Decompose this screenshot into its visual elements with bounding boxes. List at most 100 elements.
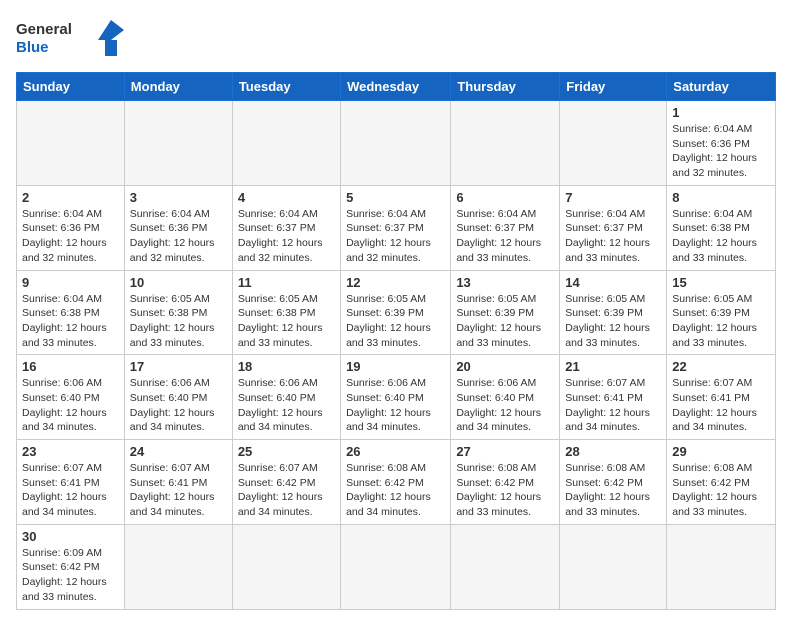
calendar-day-27: 27 Sunrise: 6:08 AMSunset: 6:42 PMDayligh… [451, 440, 560, 525]
calendar-day-28: 28 Sunrise: 6:08 AMSunset: 6:42 PMDayligh… [560, 440, 667, 525]
calendar-day-17: 17 Sunrise: 6:06 AMSunset: 6:40 PMDayligh… [124, 355, 232, 440]
day-number: 17 [130, 359, 227, 374]
weekday-friday: Friday [560, 73, 667, 101]
calendar-day-4: 4Sunrise: 6:04 AMSunset: 6:37 PMDaylight… [232, 185, 340, 270]
day-number: 21 [565, 359, 661, 374]
page-header: General Blue [16, 16, 776, 60]
weekday-saturday: Saturday [667, 73, 776, 101]
calendar-day-6: 6 Sunrise: 6:04 AMSunset: 6:37 PMDaylight… [451, 185, 560, 270]
calendar-day-7: 7Sunrise: 6:04 AMSunset: 6:37 PMDaylight… [560, 185, 667, 270]
calendar-day-5: 5Sunrise: 6:04 AMSunset: 6:37 PMDaylight… [341, 185, 451, 270]
day-info: Sunrise: 6:08 AMSunset: 6:42 PMDaylight:… [456, 461, 554, 520]
day-info: Sunrise: 6:07 AMSunset: 6:41 PMDaylight:… [22, 461, 119, 520]
day-info: Sunrise: 6:07 AMSunset: 6:41 PMDaylight:… [672, 376, 770, 435]
calendar-table: SundayMondayTuesdayWednesdayThursdayFrid… [16, 72, 776, 610]
day-number: 3 [130, 190, 227, 205]
weekday-monday: Monday [124, 73, 232, 101]
weekday-wednesday: Wednesday [341, 73, 451, 101]
svg-text:General: General [16, 21, 72, 38]
day-number: 28 [565, 444, 661, 459]
day-info: Sunrise: 6:04 AMSunset: 6:36 PMDaylight:… [22, 207, 119, 266]
day-number: 20 [456, 359, 554, 374]
calendar-empty [17, 101, 125, 186]
weekday-header-row: SundayMondayTuesdayWednesdayThursdayFrid… [17, 73, 776, 101]
day-number: 15 [672, 275, 770, 290]
day-info: Sunrise: 6:08 AMSunset: 6:42 PMDaylight:… [346, 461, 445, 520]
day-info: Sunrise: 6:04 AMSunset: 6:37 PMDaylight:… [346, 207, 445, 266]
day-number: 2 [22, 190, 119, 205]
day-number: 27 [456, 444, 554, 459]
weekday-sunday: Sunday [17, 73, 125, 101]
day-info: Sunrise: 6:09 AMSunset: 6:42 PMDaylight:… [22, 546, 119, 605]
calendar-day-11: 11 Sunrise: 6:05 AMSunset: 6:38 PMDayligh… [232, 270, 340, 355]
day-number: 8 [672, 190, 770, 205]
day-info: Sunrise: 6:06 AMSunset: 6:40 PMDaylight:… [22, 376, 119, 435]
calendar-day-15: 15 Sunrise: 6:05 AMSunset: 6:39 PMDayligh… [667, 270, 776, 355]
day-number: 24 [130, 444, 227, 459]
day-number: 19 [346, 359, 445, 374]
calendar-week-2: 9Sunrise: 6:04 AMSunset: 6:38 PMDaylight… [17, 270, 776, 355]
day-number: 1 [672, 105, 770, 120]
day-number: 11 [238, 275, 335, 290]
day-info: Sunrise: 6:04 AMSunset: 6:38 PMDaylight:… [22, 292, 119, 351]
day-info: Sunrise: 6:06 AMSunset: 6:40 PMDaylight:… [238, 376, 335, 435]
day-info: Sunrise: 6:04 AMSunset: 6:37 PMDaylight:… [456, 207, 554, 266]
calendar-empty [560, 101, 667, 186]
calendar-day-30: 30 Sunrise: 6:09 AMSunset: 6:42 PMDayligh… [17, 524, 125, 609]
day-info: Sunrise: 6:05 AMSunset: 6:39 PMDaylight:… [456, 292, 554, 351]
day-number: 30 [22, 529, 119, 544]
day-number: 14 [565, 275, 661, 290]
calendar-day-12: 12Sunrise: 6:05 AMSunset: 6:39 PMDayligh… [341, 270, 451, 355]
calendar-day-24: 24Sunrise: 6:07 AMSunset: 6:41 PMDayligh… [124, 440, 232, 525]
day-number: 7 [565, 190, 661, 205]
day-info: Sunrise: 6:04 AMSunset: 6:36 PMDaylight:… [672, 122, 770, 181]
day-info: Sunrise: 6:05 AMSunset: 6:39 PMDaylight:… [565, 292, 661, 351]
calendar-day-13: 13 Sunrise: 6:05 AMSunset: 6:39 PMDayligh… [451, 270, 560, 355]
calendar-empty [667, 524, 776, 609]
generalblue-logo: General Blue [16, 16, 126, 60]
day-number: 25 [238, 444, 335, 459]
calendar-day-21: 21 Sunrise: 6:07 AMSunset: 6:41 PMDayligh… [560, 355, 667, 440]
day-number: 4 [238, 190, 335, 205]
calendar-empty [560, 524, 667, 609]
calendar-day-19: 19 Sunrise: 6:06 AMSunset: 6:40 PMDayligh… [341, 355, 451, 440]
day-number: 13 [456, 275, 554, 290]
calendar-week-5: 30 Sunrise: 6:09 AMSunset: 6:42 PMDayligh… [17, 524, 776, 609]
calendar-empty [451, 524, 560, 609]
calendar-empty [341, 101, 451, 186]
day-info: Sunrise: 6:05 AMSunset: 6:38 PMDaylight:… [130, 292, 227, 351]
calendar-day-1: 1 Sunrise: 6:04 AMSunset: 6:36 PMDaylight… [667, 101, 776, 186]
day-number: 23 [22, 444, 119, 459]
day-info: Sunrise: 6:06 AMSunset: 6:40 PMDaylight:… [130, 376, 227, 435]
calendar-empty [124, 101, 232, 186]
day-info: Sunrise: 6:06 AMSunset: 6:40 PMDaylight:… [346, 376, 445, 435]
calendar-day-2: 2 Sunrise: 6:04 AMSunset: 6:36 PMDaylight… [17, 185, 125, 270]
logo: General Blue [16, 16, 126, 60]
svg-text:Blue: Blue [16, 39, 49, 56]
calendar-week-3: 16Sunrise: 6:06 AMSunset: 6:40 PMDayligh… [17, 355, 776, 440]
weekday-thursday: Thursday [451, 73, 560, 101]
day-info: Sunrise: 6:08 AMSunset: 6:42 PMDaylight:… [565, 461, 661, 520]
day-info: Sunrise: 6:05 AMSunset: 6:38 PMDaylight:… [238, 292, 335, 351]
day-info: Sunrise: 6:07 AMSunset: 6:42 PMDaylight:… [238, 461, 335, 520]
calendar-day-20: 20 Sunrise: 6:06 AMSunset: 6:40 PMDayligh… [451, 355, 560, 440]
day-number: 10 [130, 275, 227, 290]
day-number: 26 [346, 444, 445, 459]
calendar-empty [232, 101, 340, 186]
calendar-day-25: 25 Sunrise: 6:07 AMSunset: 6:42 PMDayligh… [232, 440, 340, 525]
day-info: Sunrise: 6:07 AMSunset: 6:41 PMDaylight:… [565, 376, 661, 435]
day-info: Sunrise: 6:04 AMSunset: 6:36 PMDaylight:… [130, 207, 227, 266]
calendar-empty [232, 524, 340, 609]
calendar-day-9: 9Sunrise: 6:04 AMSunset: 6:38 PMDaylight… [17, 270, 125, 355]
calendar-week-1: 2 Sunrise: 6:04 AMSunset: 6:36 PMDaylight… [17, 185, 776, 270]
calendar-day-3: 3 Sunrise: 6:04 AMSunset: 6:36 PMDaylight… [124, 185, 232, 270]
calendar-week-4: 23 Sunrise: 6:07 AMSunset: 6:41 PMDayligh… [17, 440, 776, 525]
calendar-day-10: 10 Sunrise: 6:05 AMSunset: 6:38 PMDayligh… [124, 270, 232, 355]
calendar-empty [341, 524, 451, 609]
day-number: 6 [456, 190, 554, 205]
day-info: Sunrise: 6:06 AMSunset: 6:40 PMDaylight:… [456, 376, 554, 435]
day-info: Sunrise: 6:05 AMSunset: 6:39 PMDaylight:… [346, 292, 445, 351]
day-number: 18 [238, 359, 335, 374]
weekday-tuesday: Tuesday [232, 73, 340, 101]
day-info: Sunrise: 6:05 AMSunset: 6:39 PMDaylight:… [672, 292, 770, 351]
